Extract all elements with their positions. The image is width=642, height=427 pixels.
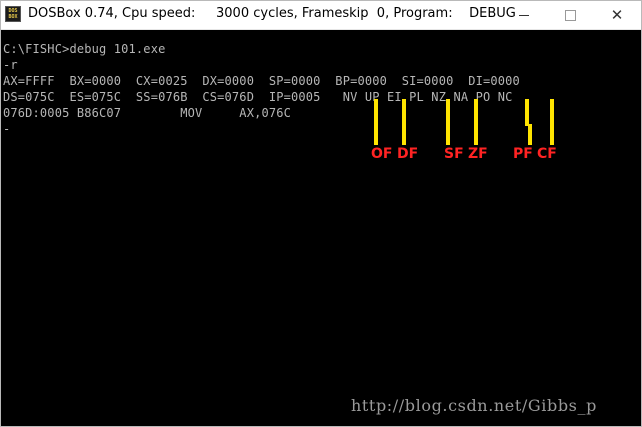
flag-marker-of: [374, 99, 378, 145]
flag-label-df: DF: [397, 146, 419, 162]
dosbox-window: DOS BOX DOSBox 0.74, Cpu speed: 3000 cyc…: [0, 0, 642, 427]
flag-marker-sf: [446, 99, 450, 145]
flag-marker-cf: [550, 99, 554, 145]
minimize-button[interactable]: [501, 1, 547, 29]
flag-label-of: OF: [371, 146, 393, 162]
title-bar[interactable]: DOS BOX DOSBox 0.74, Cpu speed: 3000 cyc…: [1, 1, 641, 30]
maximize-button[interactable]: [547, 1, 593, 29]
flag-marker-pf: [525, 99, 529, 126]
flag-label-pf: PF: [513, 146, 533, 162]
console-line-instruction: 076D:0005 B86C07 MOV AX,076C: [3, 106, 291, 120]
window-title: DOSBox 0.74, Cpu speed: 3000 cycles, Fra…: [28, 6, 516, 21]
flag-marker-df: [402, 99, 406, 145]
watermark-text: http://blog.csdn.net/Gibbs_p: [351, 396, 597, 415]
close-button[interactable]: ✕: [594, 1, 640, 29]
flag-label-cf: CF: [537, 146, 557, 162]
flag-marker-pf-tail: [528, 124, 532, 145]
flag-label-zf: ZF: [468, 146, 488, 162]
dosbox-app-icon[interactable]: DOS BOX: [5, 6, 21, 22]
console-line-prompt: -: [3, 122, 11, 136]
console-line-command: C:\FISHC>debug 101.exe: [3, 42, 166, 56]
flag-label-sf: SF: [444, 146, 464, 162]
dos-console[interactable]: C:\FISHC>debug 101.exe -r AX=FFFF BX=000…: [1, 30, 641, 426]
console-line-r: -r: [3, 58, 18, 72]
flag-marker-zf: [474, 99, 478, 145]
console-line-registers-1: AX=FFFF BX=0000 CX=0025 DX=0000 SP=0000 …: [3, 74, 520, 88]
console-line-registers-2: DS=075C ES=075C SS=076B CS=076D IP=0005 …: [3, 90, 513, 104]
